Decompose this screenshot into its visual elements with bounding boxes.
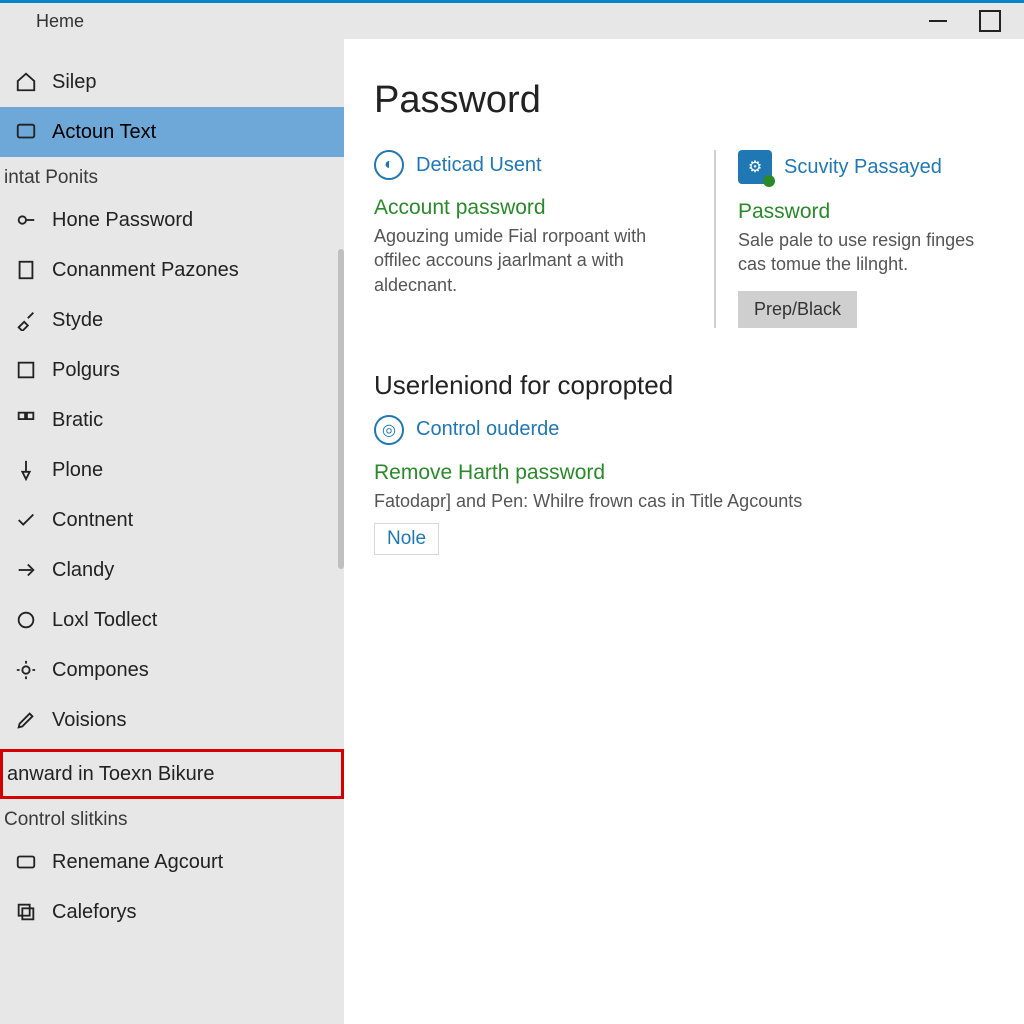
- sidebar-item-clandy[interactable]: Clandy: [0, 545, 344, 595]
- user-circle-icon: ◐: [374, 150, 404, 180]
- sidebar-item-label: anward in Toexn Bikure: [7, 763, 215, 786]
- sidebar-item-bratic[interactable]: Bratic: [0, 395, 344, 445]
- nole-link[interactable]: Nole: [374, 523, 439, 555]
- sidebar-item-label: Voisions: [52, 709, 344, 732]
- edit-icon: [14, 708, 38, 732]
- gear-icon: [14, 658, 38, 682]
- shield-icon: ⚙: [738, 150, 772, 184]
- sidebar-item-conanment-pazones[interactable]: Conanment Pazones: [0, 245, 344, 295]
- window-body: Silep Actoun Text intat Ponits Hone Pass…: [0, 39, 1024, 1024]
- account-password-column: ◐ Deticad Usent Account password Agouzin…: [374, 150, 714, 328]
- key-icon: [14, 208, 38, 232]
- sidebar-item-label: Polgurs: [52, 359, 344, 382]
- account-password-heading: Account password: [374, 196, 694, 220]
- copy-icon: [14, 900, 38, 924]
- sidebar: Silep Actoun Text intat Ponits Hone Pass…: [0, 39, 344, 1024]
- sidebar-item-contnent[interactable]: Contnent: [0, 495, 344, 545]
- sidebar-group-control-slitkins: Control slitkins: [0, 799, 344, 837]
- main-content: Password ◐ Deticad Usent Account passwor…: [344, 39, 1024, 1024]
- settings-window: Heme Silep Actoun Text intat Ponits H: [0, 0, 1024, 1024]
- sidebar-item-label: Silep: [52, 71, 344, 94]
- account-icon: [14, 120, 38, 144]
- sidebar-item-plone[interactable]: Plone: [0, 445, 344, 495]
- sidebar-item-label: Styde: [52, 309, 344, 332]
- sidebar-item-loxl-todlect[interactable]: Loxl Todlect: [0, 595, 344, 645]
- window-title: Heme: [36, 11, 84, 32]
- sidebar-item-label: Contnent: [52, 509, 344, 532]
- remove-harth-heading: Remove Harth password: [374, 461, 994, 485]
- account-password-desc: Agouzing umide Fial rorpoant with offile…: [374, 224, 694, 297]
- grid-icon: [14, 408, 38, 432]
- prep-black-button[interactable]: Prep/Black: [738, 291, 857, 328]
- password-row: ◐ Deticad Usent Account password Agouzin…: [374, 150, 994, 328]
- sidebar-item-label: Compones: [52, 659, 344, 682]
- check-icon: [14, 508, 38, 532]
- control-ouderde-link[interactable]: ◎ Control ouderde: [374, 415, 994, 445]
- sidebar-item-highlighted[interactable]: anward in Toexn Bikure: [0, 749, 344, 799]
- building-icon: [14, 258, 38, 282]
- link-label: Control ouderde: [416, 418, 559, 441]
- sidebar-item-label: Renemane Agcourt: [52, 851, 344, 874]
- password-desc: Sale pale to use resign finges cas tomue…: [738, 228, 994, 277]
- sidebar-item-hone-password[interactable]: Hone Password: [0, 195, 344, 245]
- sidebar-item-label: Actoun Text: [52, 121, 344, 144]
- sidebar-item-silep[interactable]: Silep: [0, 57, 344, 107]
- security-password-column: ⚙ Scuvity Passayed Password Sale pale to…: [714, 150, 994, 328]
- titlebar: Heme: [0, 3, 1024, 39]
- sidebar-item-caleforys[interactable]: Caleforys: [0, 887, 344, 937]
- square-icon: [14, 358, 38, 382]
- link-label: Deticad Usent: [416, 154, 542, 177]
- sidebar-item-polgurs[interactable]: Polgurs: [0, 345, 344, 395]
- brush-icon: [14, 308, 38, 332]
- password-heading: Password: [738, 200, 994, 224]
- card-icon: [14, 850, 38, 874]
- sidebar-item-styde[interactable]: Styde: [0, 295, 344, 345]
- page-title: Password: [374, 79, 994, 122]
- circle-icon: [14, 608, 38, 632]
- sidebar-item-renemane-agcourt[interactable]: Renemane Agcourt: [0, 837, 344, 887]
- scuvity-passayed-link[interactable]: ⚙ Scuvity Passayed: [738, 150, 994, 184]
- maximize-button[interactable]: [964, 7, 1016, 35]
- sidebar-item-label: Bratic: [52, 409, 344, 432]
- target-icon: ◎: [374, 415, 404, 445]
- sidebar-item-label: Caleforys: [52, 901, 344, 924]
- deticad-usent-link[interactable]: ◐ Deticad Usent: [374, 150, 694, 180]
- sidebar-item-label: Hone Password: [52, 209, 344, 232]
- sidebar-item-label: Loxl Todlect: [52, 609, 344, 632]
- minimize-button[interactable]: [912, 7, 964, 35]
- sidebar-item-label: Plone: [52, 459, 344, 482]
- sidebar-item-label: Clandy: [52, 559, 344, 582]
- sidebar-item-label: Conanment Pazones: [52, 259, 344, 282]
- sidebar-item-actoun-text[interactable]: Actoun Text: [0, 107, 344, 157]
- section-userleniond: Userleniond for copropted: [374, 370, 994, 401]
- sidebar-item-compones[interactable]: Compones: [0, 645, 344, 695]
- home-icon: [14, 70, 38, 94]
- sidebar-item-voisions[interactable]: Voisions: [0, 695, 344, 745]
- sidebar-group-intat-ponits: intat Ponits: [0, 157, 344, 195]
- arrow-icon: [14, 558, 38, 582]
- remove-harth-desc: Fatodapr] and Pen: Whilre frown cas in T…: [374, 489, 994, 513]
- pin-icon: [14, 458, 38, 482]
- link-label: Scuvity Passayed: [784, 156, 942, 179]
